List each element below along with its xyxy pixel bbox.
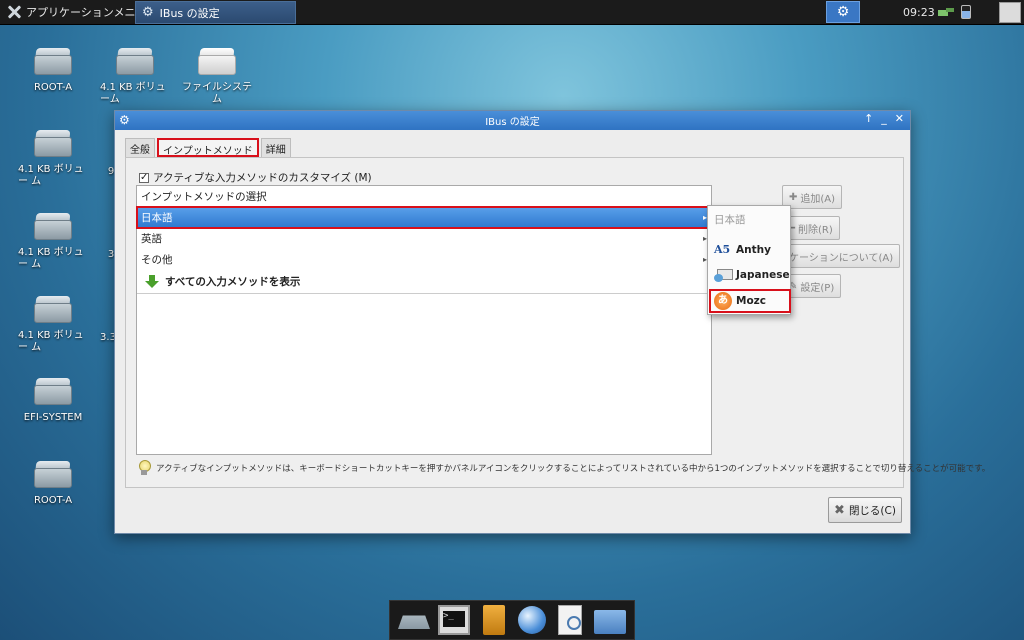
desktop-icon-efi-system[interactable]: EFI-SYSTEM: [14, 378, 92, 424]
network-icon[interactable]: [938, 6, 954, 18]
terminal-icon[interactable]: [438, 605, 470, 635]
drive-icon: [34, 296, 72, 324]
keyboard-icon: [714, 268, 733, 282]
desktop-icon-filesystem[interactable]: ファイルシステム: [178, 48, 256, 106]
japanese-submenu: 日本語 A5 Anthy Japanese あ Mozc: [707, 205, 791, 315]
ibus-tray-icon[interactable]: ⚙: [826, 1, 860, 23]
desktop-icon-volume[interactable]: 4.1 KB ボリューム: [96, 48, 174, 106]
tab-general[interactable]: 全般: [125, 138, 155, 157]
tab-bar: 全般 インプットメソッド 詳細: [125, 138, 291, 157]
desktop-icon-label: 4.1 KB ボリューム: [100, 82, 166, 105]
battery-icon[interactable]: [961, 5, 971, 19]
hint-row: アクティブなインプットメソッドは、キーボードショートカットキーを押すかパネルアイ…: [138, 460, 990, 476]
drive-icon: [34, 461, 72, 489]
image-viewer-icon[interactable]: [558, 605, 582, 635]
close-icon[interactable]: ✕: [895, 112, 904, 125]
list-item-label: その他: [141, 254, 173, 266]
mozc-icon: あ: [714, 292, 732, 310]
list-item-label: すべての入力メソッドを表示: [165, 276, 301, 288]
desktop-icon-label: ROOT-A: [33, 495, 73, 506]
list-item-japanese[interactable]: 日本語 ▸: [136, 206, 712, 229]
drive-icon: [34, 48, 72, 76]
list-item-other[interactable]: その他 ▸: [137, 249, 711, 270]
drive-icon: [34, 378, 72, 406]
list-item-show-all[interactable]: すべての入力メソッドを表示: [137, 270, 711, 294]
drive-icon[interactable]: [398, 615, 430, 629]
remove-button-label: 削除(R): [798, 224, 833, 236]
add-button[interactable]: ✚ 追加(A): [782, 185, 843, 209]
about-button-label: ケーションについて(A): [789, 252, 894, 264]
top-panel: アプリケーションメニュー ⚙ IBus の設定 ⚙ 09:23: [0, 0, 1024, 25]
desktop-icon-volume[interactable]: 4.1 KB ボリュー ム: [14, 296, 92, 354]
add-button-label: 追加(A): [800, 193, 836, 205]
submenu-item-anthy[interactable]: A5 Anthy: [710, 239, 790, 261]
lightbulb-icon: [138, 460, 151, 476]
xfce-logo-icon: [6, 4, 22, 20]
close-icon: ✖: [834, 502, 845, 518]
user-avatar-icon[interactable]: [999, 2, 1021, 23]
desktop-icon-volume[interactable]: 4.1 KB ボリュー ム: [14, 213, 92, 271]
desktop-icon-label: 4.1 KB ボリュー ム: [18, 164, 84, 187]
plus-icon: ✚: [789, 191, 798, 203]
input-method-list: インプットメソッドの選択 日本語 ▸ 英語 ▸ その他 ▸ すべての入力メソッド…: [136, 185, 712, 455]
close-button[interactable]: ✖ 閉じる(C): [828, 497, 902, 523]
submenu-item-label: Japanese: [736, 269, 790, 281]
preferences-button-label: 設定(P): [800, 282, 835, 294]
customize-checkbox-row[interactable]: ✓ アクティブな入力メソッドのカスタマイズ (M): [139, 170, 372, 185]
dialog-title: IBus の設定: [485, 117, 540, 128]
tab-input-method[interactable]: インプットメソッド: [157, 138, 259, 157]
drive-icon: [34, 130, 72, 158]
tab-advanced[interactable]: 詳細: [260, 138, 291, 157]
gear-icon: ⚙: [142, 5, 154, 20]
drive-icon: [198, 48, 236, 76]
list-header: インプットメソッドの選択: [137, 186, 711, 207]
list-item-label: 日本語: [141, 212, 173, 224]
clock[interactable]: 09:23: [903, 6, 935, 19]
taskbar-ibus-settings-button[interactable]: ⚙ IBus の設定: [135, 1, 296, 24]
minimize-icon[interactable]: _: [881, 112, 887, 125]
submenu-item-label: Anthy: [736, 244, 771, 256]
gear-icon: ⚙: [119, 113, 130, 127]
submenu-item-japanese[interactable]: Japanese: [710, 264, 790, 286]
desktop-icon-root-a[interactable]: ROOT-A: [14, 48, 92, 94]
close-button-label: 閉じる(C): [848, 504, 896, 517]
about-button[interactable]: ケーションについて(A): [782, 244, 901, 268]
drive-icon: [116, 48, 154, 76]
dialog-titlebar[interactable]: ⚙ IBus の設定 ↑ _ ✕: [115, 111, 910, 130]
shade-icon[interactable]: ↑: [864, 112, 873, 125]
dock: [389, 600, 635, 640]
download-arrow-icon: [145, 274, 159, 289]
desktop-icon-label: EFI-SYSTEM: [23, 412, 83, 423]
web-browser-icon[interactable]: [518, 606, 546, 634]
ibus-settings-dialog: ⚙ IBus の設定 ↑ _ ✕ 全般 インプットメソッド 詳細 ✓ アクティブ…: [114, 110, 990, 534]
hint-text: アクティブなインプットメソッドは、キーボードショートカットキーを押すかパネルアイ…: [156, 464, 991, 474]
list-item-english[interactable]: 英語 ▸: [137, 228, 711, 249]
desktop-icon-label: ROOT-A: [33, 82, 73, 93]
customize-checkbox[interactable]: ✓: [139, 172, 149, 183]
submenu-item-label: Mozc: [736, 295, 766, 307]
desktop-icon-label: 4.1 KB ボリュー ム: [18, 330, 84, 353]
list-item-label: 英語: [141, 233, 162, 245]
customize-label: アクティブな入力メソッドのカスタマイズ (M): [153, 172, 372, 184]
desktop-icon-volume[interactable]: 4.1 KB ボリュー ム: [14, 130, 92, 188]
drive-icon: [34, 213, 72, 241]
submenu-item-mozc[interactable]: あ Mozc: [709, 289, 791, 313]
desktop-icon-label: 4.1 KB ボリュー ム: [18, 247, 84, 270]
desktop-icon-label: ファイルシステム: [182, 82, 252, 105]
folder-icon[interactable]: [594, 610, 626, 634]
file-cabinet-icon[interactable]: [483, 605, 505, 635]
anthy-icon: A5: [714, 243, 731, 256]
taskbar-item-label: IBus の設定: [159, 6, 220, 20]
submenu-header: 日本語: [714, 213, 746, 226]
desktop-icon-root-a[interactable]: ROOT-A: [14, 461, 92, 507]
